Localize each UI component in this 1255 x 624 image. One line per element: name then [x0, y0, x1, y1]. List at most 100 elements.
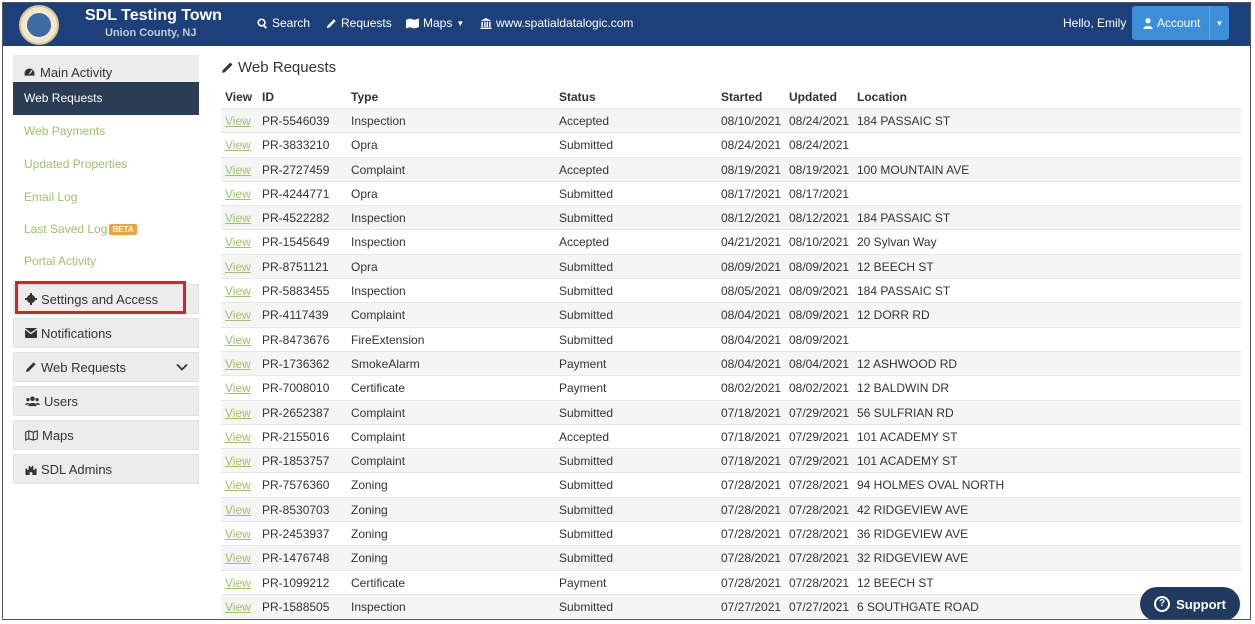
account-caret-icon[interactable]: ▼	[1209, 6, 1229, 40]
view-link[interactable]: View	[225, 551, 251, 565]
view-link[interactable]: View	[225, 260, 251, 274]
view-link[interactable]: View	[225, 284, 251, 298]
sidebar-section-maps[interactable]: Maps	[13, 420, 199, 450]
sidebar-section-settings-and-access[interactable]: Settings and Access	[13, 284, 199, 314]
started-date: 07/28/2021	[721, 502, 782, 517]
view-link[interactable]: View	[225, 114, 251, 128]
table-row: View PR-1736362 SmokeAlarm Payment 08/04/202…	[221, 350, 1241, 376]
view-link[interactable]: View	[225, 478, 251, 492]
view-link[interactable]: View	[225, 430, 251, 444]
sidebar-section-sdl-admins[interactable]: SDL Admins	[13, 454, 199, 484]
view-link[interactable]: View	[225, 235, 251, 249]
account-label: Account	[1157, 16, 1201, 30]
users-label: Users	[44, 393, 78, 409]
sidebar-item-web-payments[interactable]: Web Payments	[24, 124, 105, 138]
location: 100 MOUNTAIN AVE	[857, 162, 970, 177]
started-date: 08/09/2021	[721, 259, 782, 274]
gear-icon	[25, 293, 37, 305]
web-requests-section-label: Web Requests	[41, 359, 127, 375]
nav-search-label: Search	[272, 16, 311, 30]
column-header-updated[interactable]: Updated	[789, 90, 837, 104]
request-status: Accepted	[559, 429, 610, 444]
location: 101 ACADEMY ST	[857, 429, 958, 444]
request-type: Certificate	[351, 381, 406, 396]
view-link[interactable]: View	[225, 576, 251, 590]
account-dropdown-button[interactable]: Account ▼	[1132, 6, 1229, 40]
updated-date: 08/04/2021	[789, 356, 850, 371]
table-row: View PR-2453937 Zoning Submitted 07/28/2021 0…	[221, 521, 1241, 545]
request-type: Inspection	[351, 211, 406, 226]
top-navbar: SDL Testing Town Union County, NJ Search…	[3, 3, 1250, 46]
updated-date: 08/17/2021	[789, 186, 850, 201]
updated-date: 08/02/2021	[789, 381, 850, 396]
sidebar-item-last-saved-log[interactable]: Last Saved Log BETA	[24, 222, 137, 236]
location: 36 RIDGEVIEW AVE	[857, 527, 969, 542]
column-header-type[interactable]: Type	[351, 90, 378, 104]
column-header-status[interactable]: Status	[559, 90, 596, 104]
view-link[interactable]: View	[225, 187, 251, 201]
sidebar-item-updated-properties[interactable]: Updated Properties	[24, 157, 127, 171]
request-status: Submitted	[559, 308, 614, 323]
table-row: View PR-8751121 Opra Submitted 08/09/2021 08/…	[221, 253, 1241, 279]
view-link[interactable]: View	[225, 308, 251, 322]
location: 12 ASHWOOD RD	[857, 356, 958, 371]
table-header-row: View ID Type Status Started Updated Loca…	[221, 84, 1241, 108]
view-link[interactable]: View	[225, 406, 251, 420]
request-type: Complaint	[351, 308, 406, 323]
main-activity-label: Main Activity	[40, 64, 113, 80]
page-title-text: Web Requests	[238, 59, 337, 76]
table-row: View PR-2727459 Complaint Accepted 08/19/202…	[221, 156, 1241, 181]
view-link[interactable]: View	[225, 381, 251, 395]
brand-subtitle: Union County, NJ	[105, 27, 197, 39]
sidebar-item-portal-activity[interactable]: Portal Activity	[24, 254, 96, 268]
app-window: SDL Testing Town Union County, NJ Search…	[2, 2, 1251, 620]
column-header-started[interactable]: Started	[721, 90, 762, 104]
request-status: Submitted	[559, 332, 614, 347]
support-button[interactable]: ? Support	[1140, 587, 1240, 619]
request-status: Accepted	[559, 235, 610, 250]
sidebar-section-notifications[interactable]: Notifications	[13, 318, 199, 348]
table-row: View PR-7576360 Zoning Submitted 07/28/2021 0…	[221, 472, 1241, 496]
nav-requests-link[interactable]: Requests	[326, 16, 392, 30]
location: 184 PASSAIC ST	[857, 211, 951, 226]
request-id: PR-2727459	[262, 162, 330, 177]
view-link[interactable]: View	[225, 600, 251, 614]
table-row: View PR-5546039 Inspection Accepted 08/10/20…	[221, 108, 1241, 133]
column-header-location[interactable]: Location	[857, 90, 907, 104]
request-id: PR-2453937	[262, 527, 330, 542]
nav-website-link[interactable]: www.spatialdatalogic.com	[480, 16, 633, 30]
column-header-id[interactable]: ID	[262, 90, 274, 104]
chevron-down-icon[interactable]	[176, 361, 188, 373]
view-link[interactable]: View	[225, 138, 251, 152]
sidebar-item-web-requests[interactable]: Web Requests	[13, 82, 199, 115]
request-status: Payment	[559, 575, 607, 590]
sidebar-item-email-log[interactable]: Email Log	[24, 190, 77, 204]
sidebar-section-users[interactable]: Users	[13, 386, 199, 416]
updated-date: 08/12/2021	[789, 211, 850, 226]
map-icon	[25, 429, 38, 441]
view-link[interactable]: View	[225, 454, 251, 468]
table-row: View PR-1853757 Complaint Submitted 07/18/20…	[221, 448, 1241, 473]
nav-maps-dropdown[interactable]: Maps ▼	[406, 16, 464, 30]
view-link[interactable]: View	[225, 163, 251, 177]
view-link[interactable]: View	[225, 527, 251, 541]
view-link[interactable]: View	[225, 333, 251, 347]
table-row: View PR-7008010 Certificate Payment 08/02/20…	[221, 375, 1241, 399]
table-row: View PR-1588505 Inspection Submitted 07/27/2…	[221, 593, 1241, 619]
view-link[interactable]: View	[225, 211, 251, 225]
started-date: 08/10/2021	[721, 114, 782, 128]
location: 42 RIDGEVIEW AVE	[857, 502, 969, 517]
request-type: Certificate	[351, 575, 406, 590]
updated-date: 07/29/2021	[789, 454, 850, 469]
view-link[interactable]: View	[225, 503, 251, 517]
users-icon	[25, 395, 40, 406]
nav-search-link[interactable]: Search	[257, 16, 310, 30]
request-type: Inspection	[351, 114, 406, 128]
request-id: PR-4244771	[262, 186, 330, 201]
view-link[interactable]: View	[225, 357, 251, 371]
sidebar-section-web-requests[interactable]: Web Requests	[13, 352, 199, 382]
main-activity-header[interactable]: Main Activity	[13, 55, 199, 83]
request-id: PR-1853757	[262, 454, 330, 469]
brand-title[interactable]: SDL Testing Town	[85, 7, 222, 25]
location: 12 BEECH ST	[857, 575, 934, 590]
